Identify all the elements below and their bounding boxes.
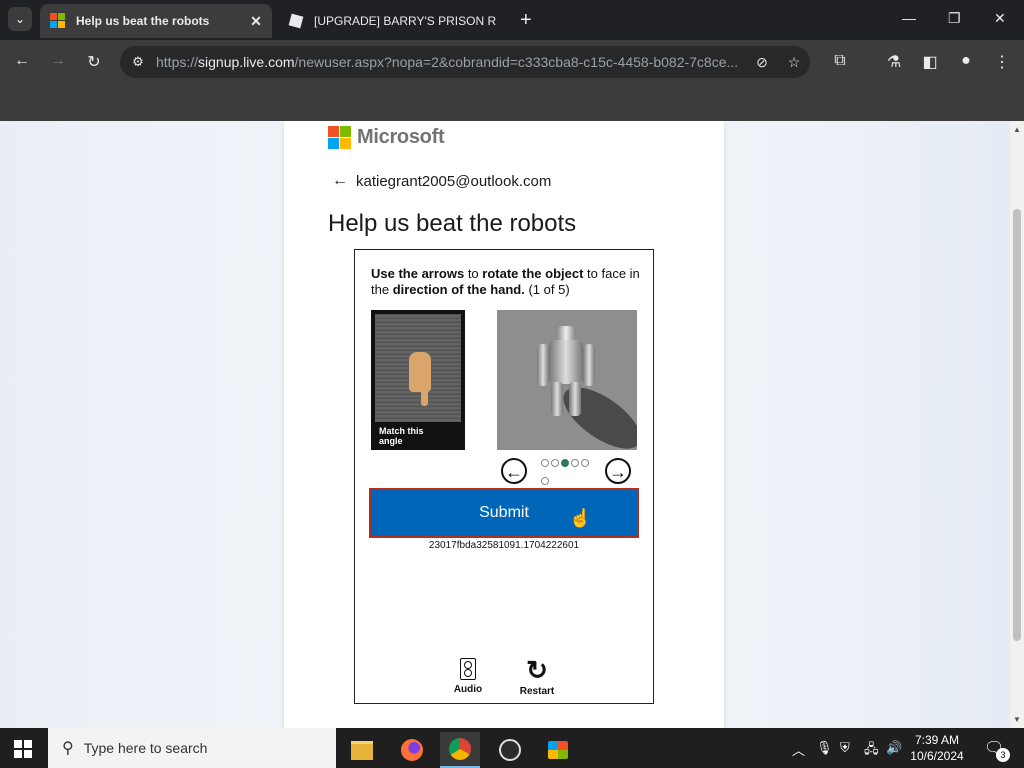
hand-cursor-icon: ☝ bbox=[569, 508, 592, 528]
hand-icon bbox=[409, 352, 431, 392]
microsoft-squares-icon bbox=[328, 126, 351, 149]
volume-icon[interactable]: 🔊 bbox=[886, 740, 902, 756]
clock-date: 10/6/2024 bbox=[910, 749, 964, 763]
hand-picture bbox=[375, 314, 461, 422]
tab-search-menu-button[interactable]: ⌄ bbox=[8, 7, 32, 31]
site-info-icon[interactable]: ⚙ bbox=[120, 54, 156, 70]
rotate-left-button[interactable]: ← bbox=[501, 458, 527, 484]
side-panel-icon[interactable]: ◧ bbox=[920, 52, 940, 72]
security-icon[interactable]: ⛨ bbox=[840, 740, 850, 756]
progress-dot bbox=[581, 459, 589, 467]
microsoft-logo-icon bbox=[50, 13, 66, 29]
close-window-button[interactable]: ✕ bbox=[994, 10, 1006, 27]
tab-title: [UPGRADE] BARRY'S PRISON R bbox=[314, 14, 497, 28]
star-icon[interactable]: ☆ bbox=[778, 54, 810, 71]
page-scrollbar[interactable]: ▲ ▼ bbox=[1010, 121, 1024, 728]
profile-avatar-icon[interactable]: ● bbox=[956, 52, 976, 70]
extensions-icon[interactable]: ⧉ bbox=[830, 52, 850, 70]
captcha-instructions: Use the arrows to rotate the object to f… bbox=[371, 266, 640, 297]
scroll-thumb[interactable] bbox=[1013, 209, 1021, 641]
scroll-down-icon[interactable]: ▼ bbox=[1013, 715, 1021, 724]
rotate-right-button[interactable]: → bbox=[605, 458, 631, 484]
tab-title: Help us beat the robots bbox=[76, 14, 210, 28]
session-id: 23017fbda32581091.1704222601 bbox=[428, 540, 580, 551]
roblox-logo-icon bbox=[288, 13, 304, 29]
progress-dot bbox=[551, 459, 559, 467]
windows-start-icon[interactable] bbox=[14, 740, 32, 758]
file-explorer-icon[interactable] bbox=[342, 732, 382, 768]
microphone-icon[interactable]: 🎙 bbox=[816, 740, 833, 756]
reload-icon[interactable]: ↻ bbox=[84, 52, 104, 72]
close-tab-icon[interactable]: ✕ bbox=[246, 13, 266, 30]
captcha-frame: Use the arrows to rotate the object to f… bbox=[354, 249, 654, 704]
scroll-up-icon[interactable]: ▲ bbox=[1013, 125, 1021, 134]
microsoft-store-icon[interactable] bbox=[538, 732, 578, 768]
notification-count-badge: 3 bbox=[996, 748, 1010, 762]
clock-time: 7:39 AM bbox=[914, 733, 960, 747]
web-page: Microsoft ← katiegrant2005@outlook.com H… bbox=[0, 121, 1010, 728]
restart-icon: ↻ bbox=[526, 655, 548, 685]
chrome-icon[interactable] bbox=[440, 732, 480, 768]
back-icon[interactable]: ← bbox=[12, 52, 32, 70]
back-to-email[interactable]: ← katiegrant2005@outlook.com bbox=[332, 172, 551, 190]
progress-dot bbox=[571, 459, 579, 467]
eye-off-icon[interactable]: ⊘ bbox=[746, 54, 778, 71]
progress-dot bbox=[541, 477, 549, 485]
microsoft-logo: Microsoft bbox=[328, 126, 445, 149]
bookmark-bar bbox=[0, 84, 1024, 121]
tab-bar: ⌄ Help us beat the robots ✕ [UPGRADE] BA… bbox=[0, 0, 1024, 40]
rotation-progress-dots bbox=[541, 454, 595, 490]
show-hidden-icons-icon[interactable]: ︿ bbox=[792, 740, 805, 759]
restore-button[interactable]: ❐ bbox=[948, 10, 961, 27]
forward-icon[interactable]: → bbox=[48, 52, 68, 70]
tab-help-us-beat-the-robots[interactable]: Help us beat the robots ✕ bbox=[40, 4, 272, 38]
tab-roblox-game[interactable]: [UPGRADE] BARRY'S PRISON R bbox=[278, 4, 506, 38]
page-title: Help us beat the robots bbox=[328, 210, 577, 237]
signup-card: Microsoft ← katiegrant2005@outlook.com H… bbox=[284, 121, 724, 728]
url-text[interactable]: https://signup.live.com/newuser.aspx?nop… bbox=[156, 54, 746, 70]
new-tab-button[interactable]: + bbox=[520, 9, 532, 32]
progress-dot-active bbox=[561, 459, 569, 467]
audio-button[interactable]: Audio bbox=[443, 658, 493, 695]
rotatable-robot-image bbox=[497, 310, 637, 450]
network-icon[interactable]: 🖧 bbox=[864, 740, 879, 762]
back-arrow-icon[interactable]: ← bbox=[332, 172, 348, 190]
brand-name: Microsoft bbox=[357, 126, 445, 148]
browser-toolbar: ← → ↻ ⚙ https://signup.live.com/newuser.… bbox=[0, 40, 1024, 84]
account-email: katiegrant2005@outlook.com bbox=[356, 172, 552, 190]
hand-caption: Match this angle bbox=[379, 426, 424, 446]
speaker-icon bbox=[460, 658, 476, 680]
progress-dot bbox=[541, 459, 549, 467]
more-menu-icon[interactable]: ⋮ bbox=[992, 52, 1012, 72]
obs-icon[interactable] bbox=[490, 732, 530, 768]
restart-button[interactable]: ↻ Restart bbox=[512, 655, 562, 697]
submit-button[interactable]: Submit bbox=[369, 488, 639, 538]
firefox-icon[interactable] bbox=[392, 732, 432, 768]
taskbar-search[interactable]: ⚲ Type here to search bbox=[48, 728, 336, 768]
clock[interactable]: 7:39 AM 10/6/2024 bbox=[902, 732, 972, 764]
reference-hand-image: Match this angle bbox=[371, 310, 465, 450]
search-icon: ⚲ bbox=[62, 740, 74, 757]
search-placeholder: Type here to search bbox=[83, 740, 208, 756]
labs-flask-icon[interactable]: ⚗ bbox=[884, 52, 904, 72]
windows-taskbar: ⚲ Type here to search ︿ 🎙 ⛨ 🖧 🔊 7:39 AM … bbox=[0, 728, 1024, 768]
minimize-button[interactable]: — bbox=[902, 10, 916, 26]
address-bar[interactable]: ⚙ https://signup.live.com/newuser.aspx?n… bbox=[120, 46, 810, 78]
